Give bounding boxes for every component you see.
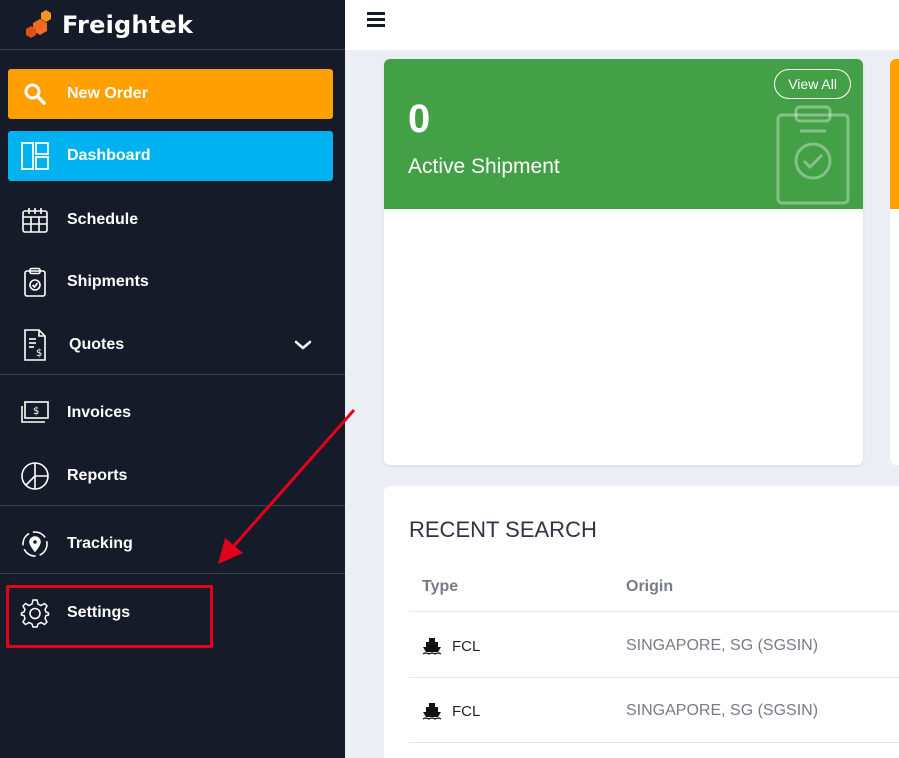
sidebar-item-quotes[interactable]: $ Quotes [8, 320, 333, 370]
sidebar-item-label: Tracking [67, 535, 133, 552]
divider [0, 374, 345, 375]
brand-name: Freightek [62, 10, 193, 39]
ship-icon [422, 638, 442, 655]
recent-search-title: RECENT SEARCH [409, 517, 597, 542]
sidebar-item-label: New Order [67, 85, 148, 102]
sidebar: Freightek New Order Dashboard Schedule S… [0, 0, 345, 758]
origin-cell: SINGAPORE, SG (SGSIN) [626, 702, 819, 719]
clipboard-icon [20, 267, 50, 297]
sidebar-item-reports[interactable]: Reports [8, 451, 333, 501]
top-bar [345, 0, 899, 50]
sidebar-item-label: Invoices [67, 404, 132, 421]
card-title: Active Shipment [408, 155, 560, 178]
view-all-button[interactable]: View All [774, 69, 851, 99]
divider [409, 742, 899, 743]
origin-cell: SINGAPORE, SG (SGSIN) [626, 637, 819, 654]
type-label: FCL [452, 702, 481, 720]
settings-highlight-box [6, 585, 213, 648]
divider [409, 677, 899, 678]
clipboard-check-icon [776, 105, 850, 205]
recent-search-panel: RECENT SEARCH Type Origin FCL SINGAPORE,… [384, 486, 899, 758]
sidebar-item-new-order[interactable]: New Order [8, 69, 333, 119]
column-header-origin: Origin [626, 578, 674, 595]
type-cell: FCL [422, 702, 480, 720]
chevron-down-icon[interactable] [293, 335, 313, 355]
logo-icon [26, 9, 51, 38]
calendar-icon [20, 205, 50, 235]
divider [0, 505, 345, 506]
divider [0, 573, 345, 574]
brand[interactable]: Freightek [0, 0, 345, 50]
type-label: FCL [452, 637, 481, 655]
sidebar-item-label: Dashboard [67, 147, 151, 164]
sidebar-item-invoices[interactable]: $ Invoices [8, 388, 333, 438]
sidebar-item-shipments[interactable]: Shipments [8, 257, 333, 307]
sidebar-item-label: Reports [67, 467, 128, 484]
sidebar-item-tracking[interactable]: Tracking [8, 519, 333, 569]
search-icon [20, 79, 50, 109]
column-header-type: Type [422, 578, 459, 595]
sidebar-item-dashboard[interactable]: Dashboard [8, 131, 333, 181]
dashboard-icon [20, 141, 50, 171]
location-icon [20, 529, 50, 559]
type-cell: FCL [422, 637, 480, 655]
sidebar-item-label: Schedule [67, 211, 139, 228]
card-header: 0 Active Shipment View All [384, 59, 863, 209]
divider [409, 611, 899, 612]
sidebar-item-schedule[interactable]: Schedule [8, 195, 333, 245]
next-card-edge [890, 59, 899, 465]
svg-text:$: $ [36, 348, 42, 359]
ship-icon [422, 703, 442, 720]
active-shipment-card: 0 Active Shipment View All [384, 59, 863, 465]
sidebar-item-label: Shipments [67, 273, 149, 290]
document-dollar-icon: $ [20, 329, 50, 361]
shipment-count: 0 [408, 97, 431, 141]
hamburger-menu-icon[interactable] [367, 12, 385, 30]
money-icon: $ [20, 398, 50, 428]
svg-text:$: $ [33, 406, 39, 417]
pie-chart-icon [20, 461, 50, 491]
sidebar-item-label: Quotes [69, 336, 125, 353]
